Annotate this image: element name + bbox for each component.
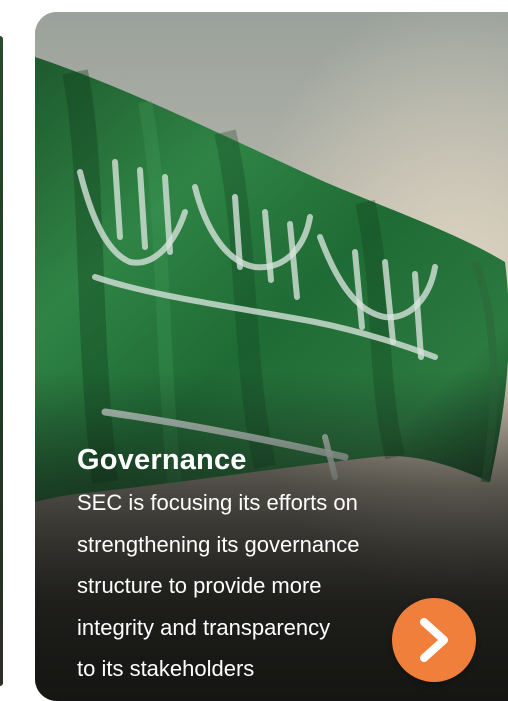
chevron-right-icon bbox=[420, 618, 448, 662]
description-line: integrity and transparency bbox=[77, 614, 331, 640]
previous-card-edge[interactable] bbox=[0, 36, 3, 686]
card-title: Governance bbox=[77, 444, 247, 476]
description-line: strengthening its governance bbox=[77, 531, 360, 557]
description-line: structure to provide more bbox=[77, 573, 322, 599]
card-description: SEC is focusing its efforts on strengthe… bbox=[77, 482, 437, 690]
description-line: to its stakeholders bbox=[77, 656, 255, 682]
next-button[interactable] bbox=[392, 598, 476, 682]
card-content: Governance SEC is focusing its efforts o… bbox=[77, 440, 437, 690]
carousel-viewport: Governance SEC is focusing its efforts o… bbox=[0, 0, 508, 701]
description-line: SEC is focusing its efforts on bbox=[77, 490, 358, 515]
